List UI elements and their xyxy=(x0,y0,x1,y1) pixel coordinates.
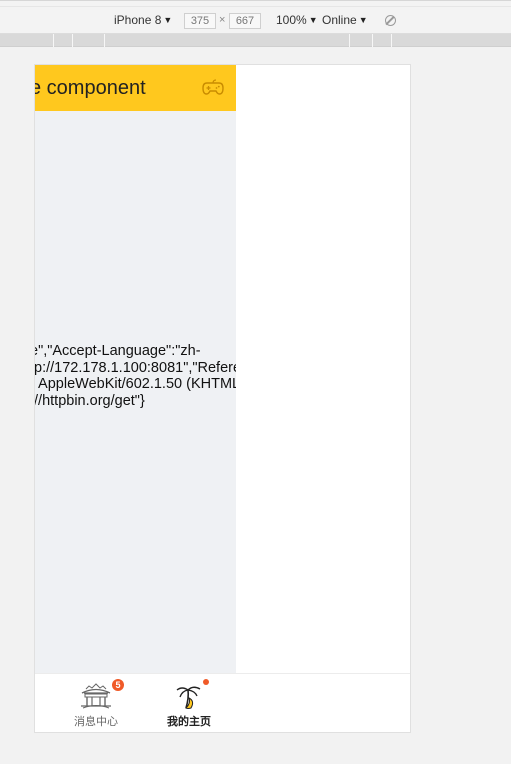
bottom-tab-bar: 5 消息中心 我的主页 xyxy=(35,673,410,732)
width-input[interactable]: 375 xyxy=(184,13,216,29)
page-title: e component xyxy=(35,77,146,99)
unread-badge: 5 xyxy=(112,679,124,691)
gamepad-icon[interactable] xyxy=(202,78,224,98)
media-query-bar[interactable] xyxy=(0,34,511,47)
tab-home-label: 我的主页 xyxy=(167,716,211,728)
block-icon[interactable] xyxy=(385,15,396,26)
palm-tree-icon xyxy=(176,686,201,709)
tab-home[interactable]: 我的主页 xyxy=(157,674,221,732)
toolbar-top-border xyxy=(0,0,511,1)
media-query-marker xyxy=(72,34,73,47)
notification-dot xyxy=(203,679,209,685)
response-line: tp://172.178.1.100:8081","Referer":"http… xyxy=(35,359,236,376)
chevron-down-icon: ▼ xyxy=(163,15,173,25)
response-line: ://httpbin.org/get"} xyxy=(35,392,145,409)
chevron-down-icon: ▼ xyxy=(308,15,318,25)
network-throttle-label: Online xyxy=(322,13,357,27)
response-text: e","Accept-Language":"zh- tp://172.178.1… xyxy=(35,343,236,409)
media-query-marker xyxy=(391,34,392,47)
tab-messages[interactable]: 5 消息中心 xyxy=(64,674,128,732)
device-select-label: iPhone 8 xyxy=(114,13,162,27)
device-toolbar: iPhone 8 ▼ 375 × 667 100% ▼ Online ▼ xyxy=(0,0,511,34)
media-query-marker xyxy=(104,34,105,47)
dimension-separator: × xyxy=(219,14,226,26)
zoom-select[interactable]: 100% ▼ xyxy=(276,13,318,27)
device-viewport: e component e","Accept-Language":"zh- tp… xyxy=(35,65,410,732)
app-page: e component e","Accept-Language":"zh- tp… xyxy=(35,65,236,732)
tab-messages-label: 消息中心 xyxy=(74,716,118,728)
height-input[interactable]: 667 xyxy=(229,13,261,29)
media-query-marker xyxy=(349,34,350,47)
network-throttle-select[interactable]: Online ▼ xyxy=(322,13,368,27)
toolbar-top-divider xyxy=(0,6,511,7)
media-query-marker xyxy=(53,34,54,47)
response-line: e","Accept-Language":"zh- xyxy=(35,343,201,359)
app-header: e component xyxy=(35,65,236,111)
pavilion-icon xyxy=(81,683,111,709)
device-select[interactable]: iPhone 8 ▼ xyxy=(114,13,172,27)
chevron-down-icon: ▼ xyxy=(358,15,368,25)
media-query-marker xyxy=(372,34,373,47)
response-line: ) AppleWebKit/602.1.50 (KHTML, like Geck… xyxy=(35,376,236,392)
zoom-select-label: 100% xyxy=(276,13,307,27)
